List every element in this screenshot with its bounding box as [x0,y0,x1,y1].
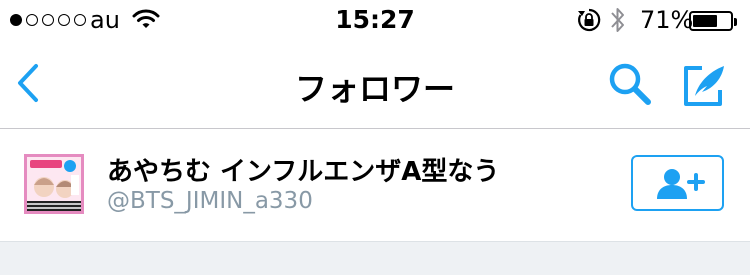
search-button[interactable] [606,60,654,108]
follower-list-item[interactable]: あやちむ インフルエンザA型なう @BTS_JIMIN_a330 [0,129,750,241]
battery-level [693,15,718,27]
battery-icon [689,11,737,31]
follow-button[interactable] [631,155,724,211]
navigation-bar: フォロワー [0,40,750,129]
avatar[interactable] [24,154,84,214]
compose-tweet-icon [684,66,724,106]
bluetooth-icon [611,8,624,32]
follower-handle: @BTS_JIMIN_a330 [107,188,313,214]
avatar-image [27,157,81,211]
battery-cap [734,18,737,26]
follower-name: あやちむ インフルエンザA型なう [107,157,500,187]
search-icon [609,63,651,105]
orientation-lock-icon [578,8,601,32]
list-footer [0,241,750,275]
battery-percentage: 71% [640,6,694,34]
status-bar: au 15:27 71% [0,0,750,40]
follow-user-icon [657,169,705,199]
compose-tweet-button[interactable] [680,60,730,110]
status-time: 15:27 [335,5,415,34]
